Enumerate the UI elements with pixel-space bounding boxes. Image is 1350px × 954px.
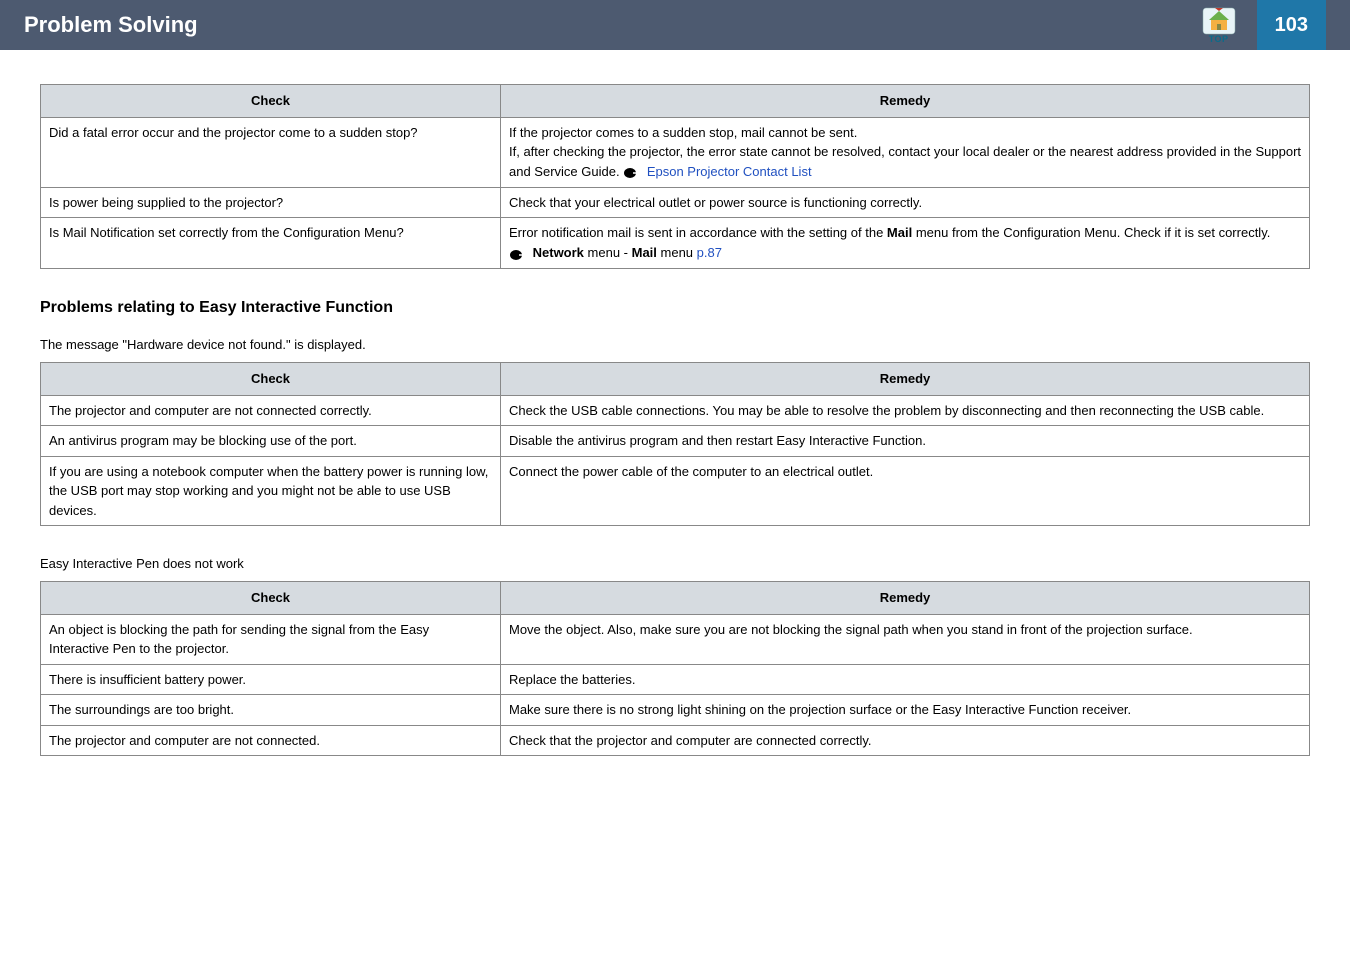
table-row: If you are using a notebook computer whe… <box>41 456 1310 526</box>
check-cell: The projector and computer are not conne… <box>41 725 501 756</box>
remedy-cell: Check the USB cable connections. You may… <box>501 395 1310 426</box>
sub-heading: Easy Interactive Pen does not work <box>40 556 1310 571</box>
remedy-text: Error notification mail is sent in accor… <box>509 225 887 240</box>
table-row: Is power being supplied to the projector… <box>41 187 1310 218</box>
check-cell: An antivirus program may be blocking use… <box>41 426 501 457</box>
table-header-remedy: Remedy <box>501 85 1310 118</box>
top-label: TOP <box>1209 34 1229 44</box>
pointer-icon <box>623 162 641 182</box>
remedy-link[interactable]: p.87 <box>697 245 722 260</box>
remedy-bold: Mail <box>632 245 657 260</box>
page-title: Problem Solving <box>24 12 198 38</box>
remedy-link[interactable]: Epson Projector Contact List <box>647 164 812 179</box>
remedy-cell: Replace the batteries. <box>501 664 1310 695</box>
table-header-check: Check <box>41 363 501 396</box>
page-number: 103 <box>1257 0 1326 50</box>
table-row: An object is blocking the path for sendi… <box>41 614 1310 664</box>
troubleshoot-table-1: Check Remedy Did a fatal error occur and… <box>40 84 1310 269</box>
remedy-bold: Mail <box>887 225 912 240</box>
table-row: The surroundings are too bright. Make su… <box>41 695 1310 726</box>
table-header-remedy: Remedy <box>501 582 1310 615</box>
remedy-cell: Connect the power cable of the computer … <box>501 456 1310 526</box>
pointer-icon <box>509 244 527 264</box>
remedy-bold: Network <box>533 245 584 260</box>
check-cell: The surroundings are too bright. <box>41 695 501 726</box>
remedy-cell: Disable the antivirus program and then r… <box>501 426 1310 457</box>
content-area: Check Remedy Did a fatal error occur and… <box>0 50 1350 806</box>
check-cell: The projector and computer are not conne… <box>41 395 501 426</box>
check-cell: Is Mail Notification set correctly from … <box>41 218 501 269</box>
check-cell: There is insufficient battery power. <box>41 664 501 695</box>
remedy-cell: Check that the projector and computer ar… <box>501 725 1310 756</box>
table-header-remedy: Remedy <box>501 363 1310 396</box>
table-header-check: Check <box>41 85 501 118</box>
remedy-text: menu from the Configuration Menu. Check … <box>912 225 1270 240</box>
check-cell: An object is blocking the path for sendi… <box>41 614 501 664</box>
table-row: An antivirus program may be blocking use… <box>41 426 1310 457</box>
troubleshoot-table-2: Check Remedy The projector and computer … <box>40 362 1310 526</box>
table-row: Did a fatal error occur and the projecto… <box>41 117 1310 187</box>
check-cell: Did a fatal error occur and the projecto… <box>41 117 501 187</box>
top-home-button[interactable]: TOP <box>1197 3 1241 47</box>
remedy-cell: Error notification mail is sent in accor… <box>501 218 1310 269</box>
remedy-text: menu <box>657 245 697 260</box>
table-row: The projector and computer are not conne… <box>41 395 1310 426</box>
remedy-cell: If the projector comes to a sudden stop,… <box>501 117 1310 187</box>
header-right: TOP 103 <box>1197 0 1326 50</box>
remedy-text: menu - <box>584 245 632 260</box>
remedy-text: If the projector comes to a sudden stop,… <box>509 125 857 140</box>
header-bar: Problem Solving TOP 103 <box>0 0 1350 50</box>
remedy-cell: Make sure there is no strong light shini… <box>501 695 1310 726</box>
table-row: Is Mail Notification set correctly from … <box>41 218 1310 269</box>
troubleshoot-table-3: Check Remedy An object is blocking the p… <box>40 581 1310 756</box>
remedy-cell: Check that your electrical outlet or pow… <box>501 187 1310 218</box>
check-cell: If you are using a notebook computer whe… <box>41 456 501 526</box>
section-heading: Problems relating to Easy Interactive Fu… <box>40 299 1310 317</box>
table-row: The projector and computer are not conne… <box>41 725 1310 756</box>
sub-heading: The message "Hardware device not found."… <box>40 337 1310 352</box>
check-cell: Is power being supplied to the projector… <box>41 187 501 218</box>
table-row: There is insufficient battery power. Rep… <box>41 664 1310 695</box>
remedy-cell: Move the object. Also, make sure you are… <box>501 614 1310 664</box>
table-header-check: Check <box>41 582 501 615</box>
